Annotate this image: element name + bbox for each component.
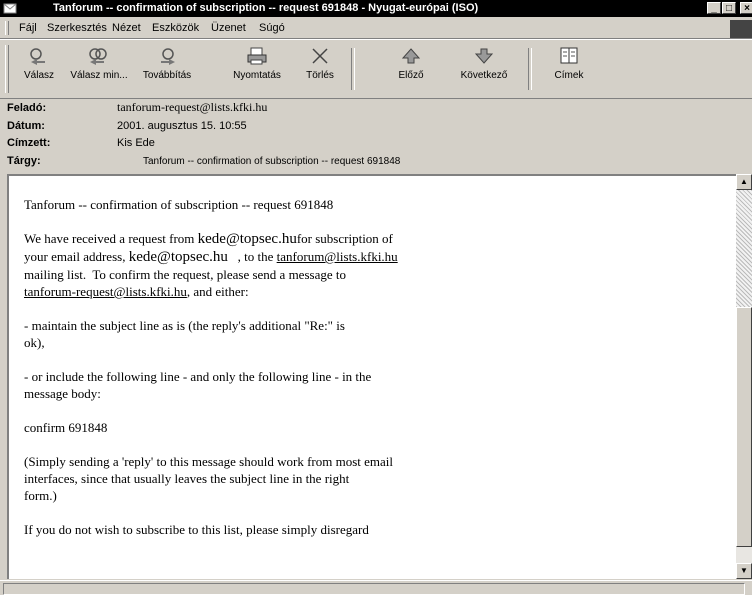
- down-arrow-icon: [474, 48, 494, 64]
- email-address: kede@topsec.hu: [197, 231, 297, 247]
- message-text-run: for subscription of: [296, 231, 393, 246]
- message-text-run: , and either:: [186, 284, 249, 299]
- message-paragraph: (Simply sending a 'reply' to this messag…: [24, 454, 394, 503]
- reply-all-button[interactable]: Válasz min...: [64, 46, 134, 90]
- menu-grip[interactable]: [5, 21, 9, 35]
- forward-icon: [161, 48, 175, 65]
- status-panel: [3, 583, 745, 595]
- scroll-thumb[interactable]: [736, 307, 752, 547]
- message-text-run: , to the: [227, 249, 277, 264]
- minimize-button[interactable]: _: [707, 2, 721, 14]
- status-bar: [0, 580, 752, 595]
- next-label: Következő: [460, 70, 508, 81]
- toolbar: Válasz Válasz min... Továbbítás Nyomtatá…: [0, 39, 752, 99]
- to-label: Címzett:: [7, 137, 51, 149]
- message-body[interactable]: Tanforum -- confirmation of subscription…: [7, 174, 752, 579]
- message-paragraph: If you do not wish to subscribe to this …: [24, 522, 369, 537]
- date-label: Dátum:: [7, 120, 45, 132]
- forward-label: Továbbítás: [142, 70, 192, 81]
- address-book-button[interactable]: Címek: [549, 46, 589, 90]
- scroll-down-button[interactable]: ▼: [736, 563, 752, 579]
- window-title: Tanforum -- confirmation of subscription…: [53, 2, 479, 14]
- message-paragraph: - or include the following line - and on…: [24, 369, 372, 401]
- next-button[interactable]: Következő: [449, 46, 519, 90]
- previous-label: Előző: [398, 70, 424, 81]
- message-paragraph: Tanforum -- confirmation of subscription…: [24, 197, 334, 212]
- printer-icon: [247, 47, 267, 65]
- subject-label: Tárgy:: [7, 155, 41, 167]
- up-arrow-icon: [401, 48, 421, 64]
- message-text: Tanforum -- confirmation of subscription…: [24, 196, 724, 555]
- message-text-run: your email address,: [24, 249, 129, 264]
- menu-bar: Fájl Szerkesztés Nézet Eszközök Üzenet S…: [0, 18, 752, 39]
- message-text-run: We have received a request from: [24, 231, 198, 246]
- close-button[interactable]: ×: [740, 2, 752, 14]
- maximize-button[interactable]: □: [722, 2, 736, 14]
- message-header: Feladó: tanforum-request@lists.kfki.hu D…: [0, 98, 752, 172]
- menu-view[interactable]: Nézet: [112, 21, 141, 35]
- from-label: Feladó:: [7, 102, 47, 114]
- reply-all-icon: [89, 48, 107, 65]
- request-address-link[interactable]: tanforum-request@lists.kfki.hu: [24, 284, 187, 299]
- menu-help[interactable]: Súgó: [259, 21, 285, 35]
- toolbar-separator: [528, 48, 532, 90]
- message-paragraph: - maintain the subject line as is (the r…: [24, 318, 345, 350]
- toolbar-grip[interactable]: [5, 45, 9, 93]
- date-value: 2001. augusztus 15. 10:55: [117, 120, 247, 132]
- scroll-up-button[interactable]: ▲: [736, 174, 752, 190]
- envelope-icon: [3, 3, 17, 14]
- vertical-scrollbar[interactable]: ▲ ▼: [736, 174, 752, 579]
- reply-all-label: Válasz min...: [70, 70, 128, 81]
- menu-message[interactable]: Üzenet: [211, 21, 246, 35]
- delete-icon: [312, 48, 328, 64]
- message-paragraph: confirm 691848: [24, 420, 108, 435]
- menu-tools[interactable]: Eszközök: [152, 21, 199, 35]
- menu-file[interactable]: Fájl: [19, 21, 37, 35]
- email-window: Tanforum -- confirmation of subscription…: [0, 0, 752, 595]
- to-value: Kis Ede: [117, 137, 155, 149]
- toolbar-separator: [351, 48, 355, 90]
- menu-edit[interactable]: Szerkesztés: [47, 21, 107, 35]
- windows-logo-icon: [730, 20, 752, 38]
- subject-value: Tanforum -- confirmation of subscription…: [143, 156, 401, 167]
- address-book-icon: [560, 47, 578, 64]
- reply-icon: [30, 48, 45, 65]
- print-label: Nyomtatás: [233, 70, 281, 81]
- forward-button[interactable]: Továbbítás: [138, 46, 196, 90]
- delete-label: Törlés: [306, 70, 334, 81]
- reply-label: Válasz: [23, 70, 54, 81]
- print-button[interactable]: Nyomtatás: [227, 46, 287, 90]
- previous-button[interactable]: Előző: [394, 46, 428, 90]
- from-value: tanforum-request@lists.kfki.hu: [117, 100, 268, 114]
- list-address-link[interactable]: tanforum@lists.kfki.hu: [277, 249, 398, 264]
- delete-button[interactable]: Törlés: [299, 46, 341, 90]
- email-address: kede@topsec.hu: [128, 249, 228, 265]
- message-paragraph: We have received a request from kede@top…: [24, 230, 724, 300]
- address-book-label: Címek: [554, 70, 584, 81]
- reply-button[interactable]: Válasz: [18, 46, 60, 90]
- message-text-run: mailing list. To confirm the request, pl…: [24, 267, 346, 282]
- title-bar[interactable]: Tanforum -- confirmation of subscription…: [0, 0, 752, 17]
- scroll-track[interactable]: [736, 190, 752, 307]
